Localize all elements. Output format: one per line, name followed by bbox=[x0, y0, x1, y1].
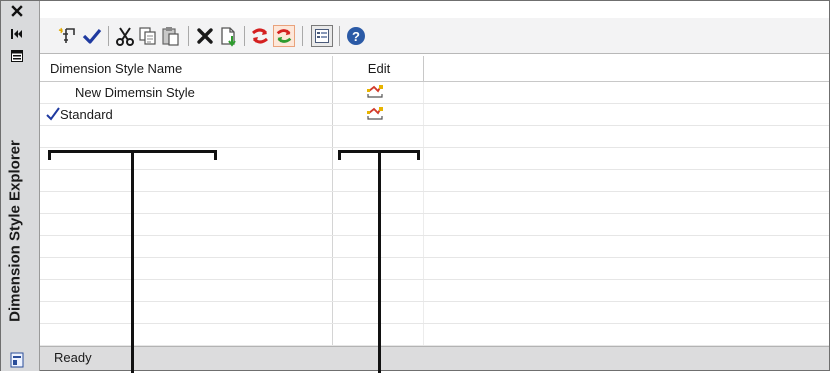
cut-button[interactable] bbox=[114, 25, 136, 47]
copy-button[interactable] bbox=[137, 25, 159, 47]
table-row[interactable] bbox=[40, 170, 829, 192]
callout-bracket bbox=[214, 150, 217, 160]
callout-leader-line bbox=[378, 152, 381, 373]
status-text: Ready bbox=[54, 350, 92, 365]
edit-style-button[interactable] bbox=[366, 106, 384, 122]
column-divider[interactable] bbox=[423, 56, 424, 82]
current-style-check-icon bbox=[46, 106, 60, 122]
toolbar: ? bbox=[40, 18, 829, 54]
table-row[interactable]: Standard bbox=[40, 104, 829, 126]
palette-title-bar[interactable]: Dimension Style Explorer bbox=[1, 1, 40, 371]
delete-x-icon bbox=[197, 28, 213, 44]
table-row[interactable] bbox=[40, 214, 829, 236]
status-bar: Ready bbox=[40, 346, 829, 370]
paste-button[interactable] bbox=[160, 25, 182, 47]
palette-options-icon bbox=[10, 352, 24, 368]
checkmark-icon bbox=[82, 28, 102, 44]
toolbar-separator bbox=[188, 26, 189, 46]
style-name: Standard bbox=[60, 107, 113, 122]
set-current-button[interactable] bbox=[81, 25, 103, 47]
properties-menu-icon bbox=[11, 50, 23, 62]
toolbar-separator bbox=[339, 26, 340, 46]
help-icon: ? bbox=[347, 27, 365, 45]
purge-all-icon bbox=[276, 29, 292, 43]
table-row[interactable] bbox=[40, 324, 829, 346]
table-row[interactable] bbox=[40, 302, 829, 324]
views-button[interactable] bbox=[311, 25, 333, 47]
table-row[interactable] bbox=[40, 236, 829, 258]
table-row[interactable] bbox=[40, 192, 829, 214]
auto-hide-button[interactable] bbox=[6, 25, 28, 43]
palette-menu-button[interactable] bbox=[6, 351, 28, 369]
purge-button[interactable] bbox=[249, 25, 271, 47]
toolbar-separator bbox=[108, 26, 109, 46]
callout-leader-line bbox=[131, 152, 134, 373]
toolbar-separator bbox=[302, 26, 303, 46]
views-icon bbox=[315, 29, 329, 43]
help-button[interactable]: ? bbox=[345, 25, 367, 47]
table-row[interactable]: New Dimemsin Style bbox=[40, 82, 829, 104]
purge-icon bbox=[252, 28, 268, 44]
new-style-button[interactable] bbox=[57, 25, 79, 47]
edit-dimension-icon bbox=[367, 107, 383, 120]
properties-button[interactable] bbox=[6, 47, 28, 65]
close-button[interactable] bbox=[6, 2, 28, 20]
toolbar-separator bbox=[244, 26, 245, 46]
edit-dimension-icon bbox=[367, 85, 383, 98]
import-button[interactable] bbox=[218, 25, 240, 47]
new-dimstyle-icon bbox=[58, 27, 75, 43]
close-icon bbox=[11, 5, 23, 17]
column-header-edit[interactable]: Edit bbox=[334, 56, 424, 81]
auto-hide-icon bbox=[11, 29, 22, 39]
style-name: New Dimemsin Style bbox=[75, 85, 195, 100]
callout-bracket bbox=[48, 150, 51, 160]
paste-icon bbox=[162, 27, 179, 46]
purge-all-button[interactable] bbox=[273, 25, 295, 47]
import-icon bbox=[221, 27, 236, 47]
column-header-style-name[interactable]: Dimension Style Name bbox=[50, 56, 330, 81]
edit-style-button[interactable] bbox=[366, 84, 384, 100]
dimension-style-list[interactable]: Dimension Style Name Edit New Dimemsin S… bbox=[40, 56, 829, 346]
scissors-icon bbox=[116, 27, 134, 46]
callout-bracket bbox=[338, 150, 341, 160]
table-row[interactable] bbox=[40, 280, 829, 302]
svg-text:?: ? bbox=[352, 29, 360, 44]
copy-icon bbox=[139, 27, 156, 45]
table-row[interactable] bbox=[40, 126, 829, 148]
delete-button[interactable] bbox=[194, 25, 216, 47]
palette-title: Dimension Style Explorer bbox=[6, 140, 24, 322]
callout-bracket bbox=[417, 150, 420, 160]
table-row[interactable] bbox=[40, 258, 829, 280]
grid-header: Dimension Style Name Edit bbox=[40, 56, 829, 82]
